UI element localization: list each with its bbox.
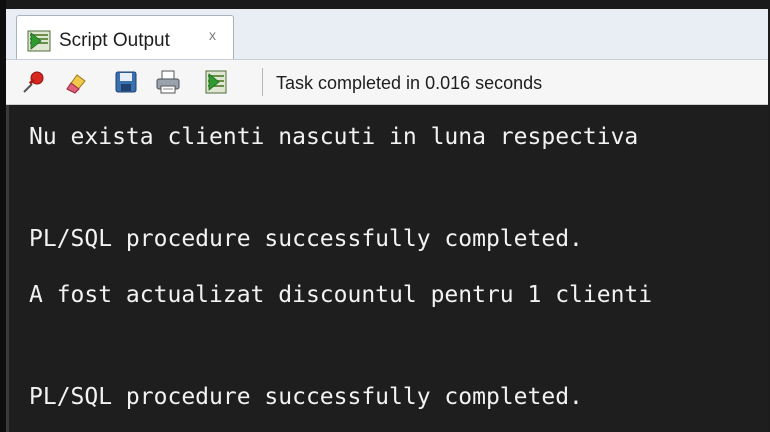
print-icon[interactable] bbox=[154, 68, 182, 96]
close-icon[interactable]: x bbox=[209, 27, 216, 43]
output-line: PL/SQL procedure successfully completed. bbox=[29, 384, 583, 410]
eraser-icon[interactable] bbox=[62, 68, 90, 96]
output-line: A fost actualizat discountul pentru 1 cl… bbox=[29, 282, 653, 308]
script-output-panel: Script Output x Task completed in 0.016 … bbox=[6, 9, 768, 432]
output-line: PL/SQL procedure successfully completed. bbox=[29, 226, 583, 252]
run-script-icon[interactable] bbox=[202, 68, 230, 96]
pin-icon[interactable] bbox=[20, 68, 48, 96]
save-icon[interactable] bbox=[112, 68, 140, 96]
toolbar-separator bbox=[262, 68, 263, 96]
script-output-icon bbox=[27, 30, 51, 52]
tab-script-output[interactable]: Script Output x bbox=[16, 15, 234, 59]
output-toolbar: Task completed in 0.016 seconds bbox=[6, 60, 768, 105]
output-line: Nu exista clienti nascuti in luna respec… bbox=[29, 124, 639, 150]
tab-label: Script Output bbox=[59, 30, 170, 51]
output-console[interactable]: Nu exista clienti nascuti in luna respec… bbox=[6, 105, 768, 432]
tab-bar: Script Output x bbox=[6, 9, 768, 60]
task-status-text: Task completed in 0.016 seconds bbox=[276, 73, 543, 93]
